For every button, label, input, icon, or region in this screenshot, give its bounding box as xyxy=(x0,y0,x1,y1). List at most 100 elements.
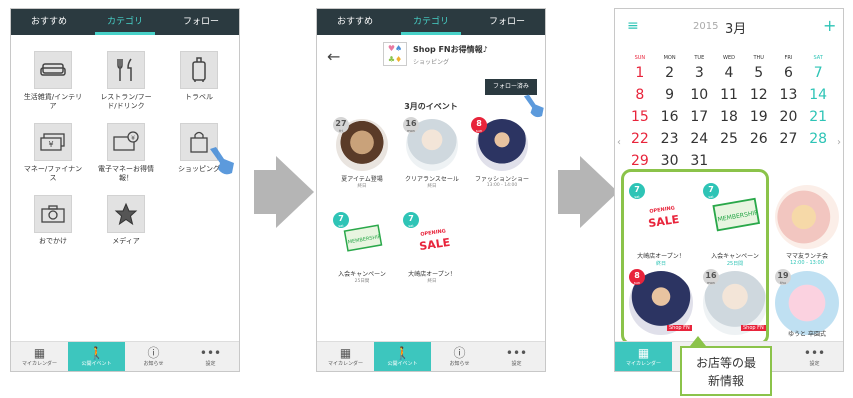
calendar-day[interactable]: 6 xyxy=(774,65,804,81)
tab-recommended[interactable]: おすすめ xyxy=(11,9,87,35)
category-interior[interactable]: 生活雑貨/インテリア xyxy=(23,51,83,111)
calendar-day[interactable]: 16 xyxy=(655,109,685,125)
calendar-day[interactable]: 3 xyxy=(684,65,714,81)
event-time: 13:00 - 14:00 xyxy=(486,183,518,188)
nav-settings[interactable]: ••• 設定 xyxy=(786,342,843,371)
calendar-day[interactable]: 14 xyxy=(803,87,833,103)
category-travel[interactable]: トラベル xyxy=(169,51,229,102)
calendar-day[interactable] xyxy=(744,153,774,169)
calendar-header: ≡ 2015 3月 + xyxy=(615,9,843,45)
event-time: 終日 xyxy=(427,184,437,189)
calendar-day[interactable]: 28 xyxy=(803,131,833,147)
nav-public-events[interactable]: 🚶公開イベント xyxy=(374,342,431,371)
top-tab-bar: おすすめ カテゴリ フォロー xyxy=(11,9,239,35)
nav-settings[interactable]: ••• 設定 xyxy=(182,342,239,371)
calendar-day[interactable]: 24 xyxy=(684,131,714,147)
calendar-day[interactable] xyxy=(774,153,804,169)
calendar-day[interactable]: 9 xyxy=(655,87,685,103)
back-arrow-icon[interactable]: ← xyxy=(327,47,340,66)
event-image xyxy=(775,185,839,249)
calendar-day[interactable]: 7 xyxy=(803,65,833,81)
category-label: おでかけ xyxy=(39,237,67,245)
event-item[interactable]: 27 fri 夏アイテム登場 終日 xyxy=(327,117,397,189)
event-title: ゆうと 卒園式 xyxy=(788,331,826,338)
more-dots-icon: ••• xyxy=(505,346,528,360)
calendar-day[interactable] xyxy=(803,153,833,169)
event-item[interactable]: 8 sun ファッションショー 13:00 - 14:00 xyxy=(467,117,537,188)
tab-recommended[interactable]: おすすめ xyxy=(317,9,393,35)
prev-month-icon[interactable]: ‹ xyxy=(617,137,621,148)
tab-category[interactable]: カテゴリ xyxy=(87,9,163,35)
category-emoney[interactable]: ¥ 電子マネーお得情報！ xyxy=(96,123,156,183)
category-outing[interactable]: おでかけ xyxy=(23,195,83,246)
flow-arrow-stem xyxy=(254,170,276,214)
weekday: FRI xyxy=(784,55,793,61)
category-finance[interactable]: ¥ マネー/ファイナンス xyxy=(23,123,83,183)
calendar-day[interactable]: 26 xyxy=(744,131,774,147)
nav-public-events[interactable]: 🚶公開イベント xyxy=(68,342,125,371)
emoney-card-icon: ¥ xyxy=(107,123,145,161)
shop-logo-icon: ♥♠ ♣♦ xyxy=(383,42,407,66)
calendar-week: 29 30 31 xyxy=(625,153,833,169)
calendar-day[interactable]: 13 xyxy=(774,87,804,103)
calendar-day[interactable]: 19 xyxy=(744,109,774,125)
tab-follow[interactable]: フォロー xyxy=(469,9,545,35)
event-item[interactable]: MEMBERSHIP 7 sat 入会キャンペーン 25日間 xyxy=(327,212,397,284)
calendar-year: 2015 xyxy=(693,21,719,32)
phone-screen-shop: おすすめ カテゴリ フォロー ← ♥♠ ♣♦ Shop FNお得情報♪ ショッピン… xyxy=(316,8,546,372)
nav-my-calendar[interactable]: ▦ マイカレンダー xyxy=(11,342,68,371)
next-month-icon[interactable]: › xyxy=(837,137,841,148)
nav-settings[interactable]: ••• 設定 xyxy=(488,342,545,371)
category-media[interactable]: メディア xyxy=(96,195,156,246)
nav-notices[interactable]: ⓘお知らせ xyxy=(125,342,182,371)
calendar-day[interactable]: 31 xyxy=(684,153,714,169)
event-item[interactable]: 16 mon クリアランスセール 終日 xyxy=(397,117,467,189)
category-restaurant[interactable]: レストラン/フード/ドリンク xyxy=(96,51,156,111)
section-title: 3月のイベント xyxy=(404,102,458,111)
calendar-day[interactable]: 4 xyxy=(714,65,744,81)
cutlery-icon xyxy=(107,51,145,89)
menu-icon[interactable]: ≡ xyxy=(627,18,639,34)
calendar-day[interactable]: 22 xyxy=(625,131,655,147)
calendar-day[interactable]: 10 xyxy=(684,87,714,103)
calendar-day[interactable]: 18 xyxy=(714,109,744,125)
info-icon: ⓘ xyxy=(453,346,466,360)
calendar-day[interactable]: 12 xyxy=(744,87,774,103)
event-item[interactable]: OPENING SALE 7 sat 大崎店オープン！ 終日 xyxy=(397,212,467,284)
tab-follow[interactable]: フォロー xyxy=(163,9,239,35)
svg-text:¥: ¥ xyxy=(48,140,53,149)
calendar-day[interactable]: 21 xyxy=(803,109,833,125)
calendar-day[interactable]: 1 xyxy=(625,65,655,81)
event-card[interactable]: ママ友ランチ会 12:00 - 13:00 xyxy=(771,185,843,277)
calendar-day[interactable]: 20 xyxy=(774,109,804,125)
nav-notices[interactable]: ⓘお知らせ xyxy=(431,342,488,371)
calendar-day[interactable]: 25 xyxy=(714,131,744,147)
top-tab-bar: おすすめ カテゴリ フォロー xyxy=(317,9,545,35)
calendar-day[interactable]: 27 xyxy=(774,131,804,147)
badge-day: 8 xyxy=(476,119,482,128)
calendar-day[interactable]: 15 xyxy=(625,109,655,125)
calendar-day[interactable]: 8 xyxy=(625,87,655,103)
add-icon[interactable]: + xyxy=(823,16,836,35)
calendar-day[interactable] xyxy=(714,153,744,169)
calendar-day[interactable]: 2 xyxy=(655,65,685,81)
nav-my-calendar[interactable]: ▦ マイカレンダー xyxy=(317,342,374,371)
calendar-day[interactable]: 29 xyxy=(625,153,655,169)
weekday: SAT xyxy=(813,55,823,61)
weekday: TUE xyxy=(694,55,705,61)
calendar-day[interactable]: 30 xyxy=(655,153,685,169)
nav-label: 設定 xyxy=(511,361,522,367)
event-time: 終日 xyxy=(357,184,367,189)
money-icon: ¥ xyxy=(34,123,72,161)
category-label: レストラン/フード/ドリンク xyxy=(100,93,152,110)
tab-category[interactable]: カテゴリ xyxy=(393,9,469,35)
weekday-header: SUN MON TUE WED THU FRI SAT xyxy=(625,55,833,61)
event-title: ママ友ランチ会 xyxy=(785,253,828,260)
calendar-day[interactable]: 17 xyxy=(684,109,714,125)
nav-my-calendar[interactable]: ▦ マイカレンダー xyxy=(615,342,672,371)
calendar-day[interactable]: 23 xyxy=(655,131,685,147)
calendar-day[interactable]: 5 xyxy=(744,65,774,81)
event-card[interactable]: 19 thu ゆうと 卒園式 xyxy=(771,269,843,341)
calendar-icon: ▦ xyxy=(339,346,352,360)
calendar-day[interactable]: 11 xyxy=(714,87,744,103)
